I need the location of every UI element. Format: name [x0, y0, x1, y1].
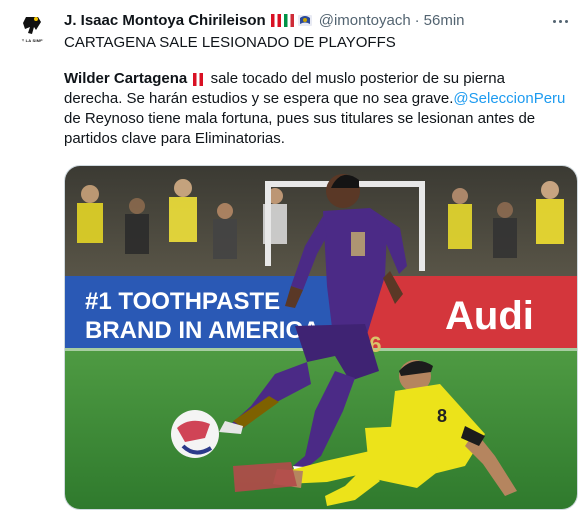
opponent-shirt-number: 8: [437, 406, 447, 426]
author-name[interactable]: J. Isaac Montoya Chirileison: [64, 12, 266, 29]
tweet-header: J. Isaac Montoya Chirileison @imontoyach…: [64, 10, 465, 30]
mention-link[interactable]: @SeleccionPeru: [453, 90, 565, 107]
ad-board-right-text: Audi: [445, 294, 534, 338]
avatar-text: HAZ LA SIMPLE: [15, 38, 49, 43]
player-name: Wilder Cartagena: [64, 70, 188, 87]
ad-board-left-text: #1 TOOTHPASTE: [85, 288, 280, 315]
peru-flag-icon: [193, 72, 204, 86]
emblem-flag-icon: [297, 15, 312, 26]
tweet-text: CARTAGENA SALE LESIONADO DE PLAYOFFS Wil…: [64, 33, 576, 149]
tweet-line-4: partidos clave para Eliminatorias.: [64, 130, 285, 147]
tweet-line-1: Wilder Cartagena sale tocado del muslo p…: [64, 69, 576, 89]
tweet-line-2-text: derecha. Se harán estudios y se espera q…: [64, 90, 454, 107]
tweet-headline: CARTAGENA SALE LESIONADO DE PLAYOFFS: [64, 34, 396, 51]
more-options-icon[interactable]: [550, 12, 570, 30]
soccer-ball: [171, 410, 219, 458]
tweet-time[interactable]: 56min: [424, 12, 465, 29]
author-handle[interactable]: @imontoyach: [319, 12, 411, 29]
peru-flag-icon: [270, 13, 281, 27]
author-flags: [268, 12, 313, 28]
tweet-photo[interactable]: #1 TOOTHPASTE BRAND IN AMERICA Audi 16: [64, 165, 578, 510]
tweet-line-3: de Reynoso tiene mala fortuna, pues sus …: [64, 110, 536, 127]
tweet-line-2: derecha. Se harán estudios y se espera q…: [64, 89, 576, 109]
avatar[interactable]: HAZ LA SIMPLE: [15, 10, 49, 44]
tweet-line-1-rest: sale tocado del muslo posterior de su pi…: [210, 70, 505, 87]
header-separator: ·: [414, 11, 420, 29]
ad-board-left-text-2: BRAND IN AMERICA: [85, 317, 320, 344]
italy-flag-icon: [283, 13, 294, 27]
soccer-photo: #1 TOOTHPASTE BRAND IN AMERICA Audi 16: [65, 166, 577, 509]
